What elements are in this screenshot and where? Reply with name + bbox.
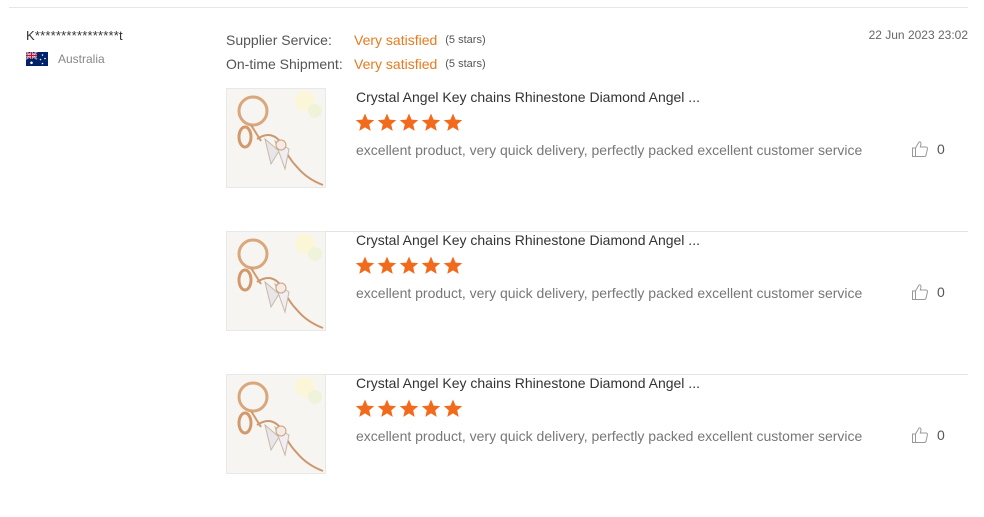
- product-thumbnail[interactable]: [226, 231, 326, 331]
- thumbs-up-icon: [912, 284, 928, 300]
- review-comment: excellent product, very quick delivery, …: [356, 428, 863, 444]
- review-comment: excellent product, very quick delivery, …: [356, 142, 863, 158]
- star-icon: [421, 399, 441, 417]
- rating-value: Very satisfied: [354, 32, 438, 48]
- star-icon: [355, 256, 375, 274]
- country-label: Australia: [58, 52, 105, 66]
- star-icon: [377, 399, 397, 417]
- buyer-info: K****************t Australia: [26, 28, 123, 66]
- review-item: Crystal Angel Key chains Rhinestone Diam…: [226, 374, 968, 517]
- rating-label: Supplier Service:: [226, 32, 332, 48]
- product-thumbnail[interactable]: [226, 88, 326, 188]
- helpful-button[interactable]: 0: [911, 140, 945, 158]
- rating-stars-text: (5 stars): [445, 58, 486, 70]
- star-icon: [355, 113, 375, 131]
- rating-label: On-time Shipment:: [226, 56, 343, 72]
- keychain-image: [227, 375, 325, 473]
- rating-value: Very satisfied: [354, 56, 438, 72]
- star-icon: [443, 113, 463, 131]
- star-icon: [355, 399, 375, 417]
- helpful-button[interactable]: 0: [911, 426, 945, 444]
- review-item: Crystal Angel Key chains Rhinestone Diam…: [226, 88, 968, 232]
- star-icon: [377, 256, 397, 274]
- review-comment: excellent product, very quick delivery, …: [356, 285, 863, 301]
- thumbs-up-icon: [912, 141, 928, 157]
- rating-stars-text: (5 stars): [445, 34, 486, 46]
- star-icon: [377, 113, 397, 131]
- product-title[interactable]: Crystal Angel Key chains Rhinestone Diam…: [356, 232, 700, 248]
- helpful-button[interactable]: 0: [911, 283, 945, 301]
- keychain-image: [227, 232, 325, 330]
- star-icon: [399, 113, 419, 131]
- star-icon: [443, 256, 463, 274]
- helpful-count: 0: [937, 141, 945, 157]
- store-ratings: Supplier Service: Very satisfied (5 star…: [226, 28, 486, 76]
- review-star-rating: [355, 113, 463, 132]
- rating-row-on-time-shipment: On-time Shipment: Very satisfied (5 star…: [226, 52, 486, 76]
- helpful-count: 0: [937, 284, 945, 300]
- star-icon: [421, 113, 441, 131]
- star-icon: [443, 399, 463, 417]
- review-date: 22 Jun 2023 23:02: [868, 28, 968, 42]
- keychain-image: [227, 89, 325, 187]
- helpful-count: 0: [937, 427, 945, 443]
- thumbs-up-icon: [912, 427, 928, 443]
- review-star-rating: [355, 256, 463, 275]
- buyer-country: Australia: [26, 52, 123, 66]
- star-icon: [399, 256, 419, 274]
- star-icon: [399, 399, 419, 417]
- star-icon: [421, 256, 441, 274]
- product-title[interactable]: Crystal Angel Key chains Rhinestone Diam…: [356, 375, 700, 391]
- product-thumbnail[interactable]: [226, 374, 326, 474]
- top-divider: [9, 7, 968, 8]
- review-star-rating: [355, 399, 463, 418]
- review-item: Crystal Angel Key chains Rhinestone Diam…: [226, 231, 968, 375]
- buyer-name: K****************t: [26, 28, 123, 43]
- australia-flag-icon: [26, 52, 48, 66]
- product-title[interactable]: Crystal Angel Key chains Rhinestone Diam…: [356, 89, 700, 105]
- rating-row-supplier-service: Supplier Service: Very satisfied (5 star…: [226, 28, 486, 52]
